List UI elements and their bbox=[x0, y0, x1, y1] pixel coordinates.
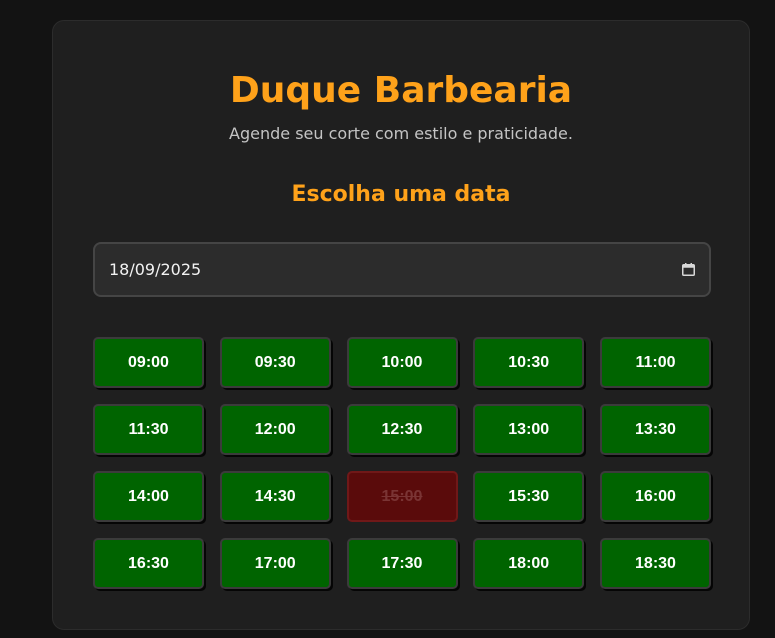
time-slot-button[interactable]: 16:00 bbox=[600, 471, 711, 522]
time-slot-button[interactable]: 17:30 bbox=[346, 538, 458, 589]
time-slot-grid: 09:00 09:30 10:00 10:30 11:00 11:30 12:00 12:30… bbox=[93, 337, 711, 589]
time-slot-button[interactable]: 11:30 bbox=[93, 404, 204, 455]
page-title: Duque Barbearia bbox=[229, 70, 573, 111]
time-slot-button[interactable]: 18:30 bbox=[600, 538, 711, 589]
time-slot-button[interactable]: 17:00 bbox=[219, 538, 331, 589]
booking-card: Duque Barbearia Agende seu corte com est… bbox=[52, 20, 750, 630]
time-slot-button[interactable]: 13:00 bbox=[473, 404, 585, 455]
page-subtitle: Agende seu corte com estilo e praticidad… bbox=[229, 124, 573, 143]
time-slot-button[interactable]: 10:00 bbox=[346, 337, 458, 388]
time-slot-button[interactable]: 14:30 bbox=[219, 471, 331, 522]
time-slot-button[interactable]: 12:00 bbox=[219, 404, 331, 455]
time-slot-button[interactable]: 15:30 bbox=[473, 471, 585, 522]
date-input[interactable]: 18/09/2025 bbox=[93, 242, 711, 297]
date-value: 18/09/2025 bbox=[109, 260, 202, 279]
time-slot-button[interactable]: 18:00 bbox=[473, 538, 585, 589]
time-slot-button[interactable]: 11:00 bbox=[600, 337, 711, 388]
time-slot-button[interactable]: 09:00 bbox=[93, 337, 204, 388]
calendar-icon[interactable] bbox=[681, 263, 695, 277]
time-slot-button[interactable]: 14:00 bbox=[93, 471, 204, 522]
time-slot-button[interactable]: 10:30 bbox=[473, 337, 585, 388]
time-slot-button[interactable]: 12:30 bbox=[346, 404, 458, 455]
time-slot-button[interactable]: 13:30 bbox=[600, 404, 711, 455]
time-slot-button[interactable]: 09:30 bbox=[219, 337, 331, 388]
time-slot-button[interactable]: 16:30 bbox=[93, 538, 204, 589]
date-section-title: Escolha uma data bbox=[291, 182, 511, 207]
time-slot-booked: 15:00 bbox=[346, 471, 458, 522]
